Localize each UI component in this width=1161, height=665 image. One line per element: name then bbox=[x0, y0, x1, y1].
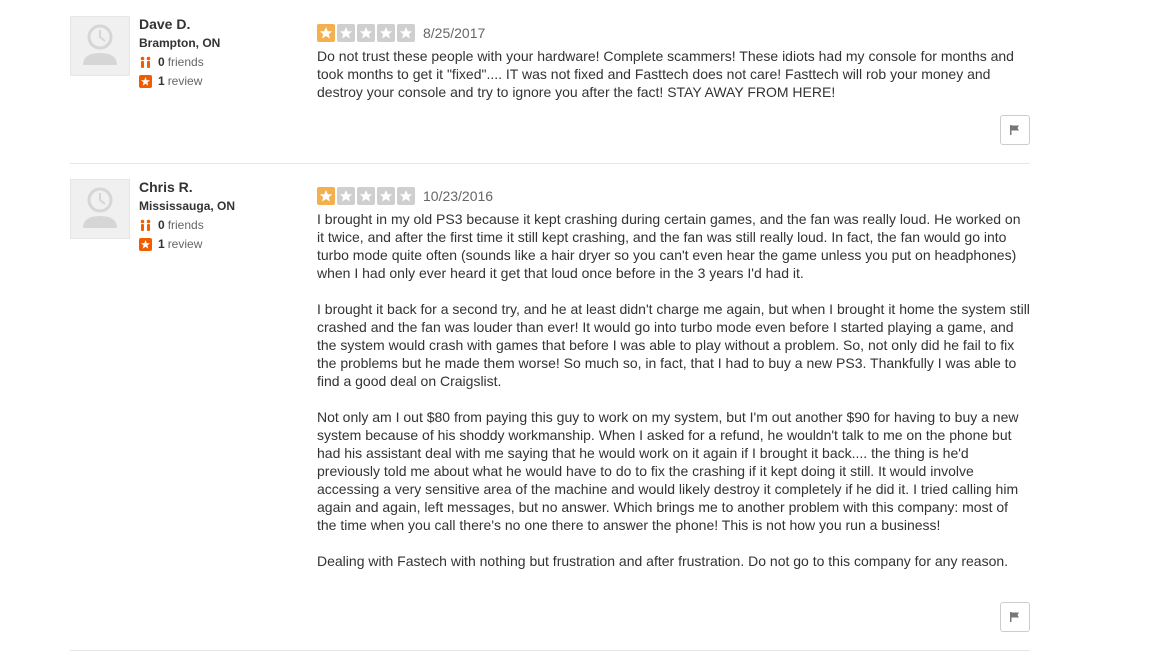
review-star-icon bbox=[139, 74, 152, 88]
review-number: 1 bbox=[158, 237, 165, 251]
review-label: review bbox=[167, 74, 203, 88]
review-content: 10/23/2016 I brought in my old PS3 becau… bbox=[317, 187, 1030, 570]
star-empty-icon bbox=[377, 187, 395, 205]
rating-line: 10/23/2016 bbox=[317, 187, 1030, 205]
rating-line: 8/25/2017 bbox=[317, 24, 1030, 42]
friends-label: friends bbox=[167, 55, 204, 69]
avatar[interactable] bbox=[70, 179, 130, 239]
star-empty-icon bbox=[337, 24, 355, 42]
review-item: Dave D. Brampton, ON 0 friends 1 review … bbox=[70, 16, 1030, 156]
default-avatar-icon bbox=[83, 24, 117, 65]
divider bbox=[70, 650, 1030, 651]
friends-number: 0 bbox=[158, 55, 165, 69]
review-label: review bbox=[167, 237, 203, 251]
review-content: 8/25/2017 Do not trust these people with… bbox=[317, 24, 1030, 101]
review-paragraph: I brought in my old PS3 because it kept … bbox=[317, 211, 1021, 281]
star-rating bbox=[317, 187, 417, 205]
user-location: Mississauga, ON bbox=[139, 199, 236, 213]
avatar[interactable] bbox=[70, 16, 130, 76]
review-count: 1 review bbox=[139, 237, 235, 251]
user-info: Dave D. Brampton, ON 0 friends 1 review bbox=[139, 16, 220, 88]
star-empty-icon bbox=[397, 187, 415, 205]
review-paragraph: Do not trust these people with your hard… bbox=[317, 48, 1014, 100]
flag-button[interactable] bbox=[1000, 602, 1030, 632]
review-star-icon bbox=[139, 237, 152, 251]
friends-label: friends bbox=[167, 218, 204, 232]
default-avatar-icon bbox=[83, 187, 117, 228]
friends-icon bbox=[139, 219, 152, 232]
star-empty-icon bbox=[397, 24, 415, 42]
review-text: I brought in my old PS3 because it kept … bbox=[317, 210, 1030, 570]
divider bbox=[70, 163, 1030, 164]
star-filled-icon bbox=[317, 24, 335, 42]
friends-icon bbox=[139, 56, 152, 69]
friends-count: 0 friends bbox=[139, 55, 220, 69]
star-empty-icon bbox=[357, 24, 375, 42]
review-date: 8/25/2017 bbox=[423, 25, 486, 41]
flag-icon bbox=[1010, 125, 1019, 135]
friends-count: 0 friends bbox=[139, 218, 235, 232]
review-paragraph: I brought it back for a second try, and … bbox=[317, 301, 1030, 389]
friends-number: 0 bbox=[158, 218, 165, 232]
star-empty-icon bbox=[377, 24, 395, 42]
star-empty-icon bbox=[337, 187, 355, 205]
star-rating bbox=[317, 24, 417, 42]
user-location: Brampton, ON bbox=[139, 36, 221, 50]
user-name[interactable]: Chris R. bbox=[139, 179, 235, 195]
user-info: Chris R. Mississauga, ON 0 friends 1 rev… bbox=[139, 179, 235, 251]
review-number: 1 bbox=[158, 74, 165, 88]
flag-button[interactable] bbox=[1000, 115, 1030, 145]
review-paragraph: Not only am I out $80 from paying this g… bbox=[317, 409, 1019, 533]
review-paragraph: Dealing with Fastech with nothing but fr… bbox=[317, 553, 1009, 569]
review-date: 10/23/2016 bbox=[423, 188, 494, 204]
star-empty-icon bbox=[357, 187, 375, 205]
flag-icon bbox=[1010, 612, 1019, 622]
review-item: Chris R. Mississauga, ON 0 friends 1 rev… bbox=[70, 179, 1030, 644]
star-filled-icon bbox=[317, 187, 335, 205]
review-count: 1 review bbox=[139, 74, 220, 88]
user-name[interactable]: Dave D. bbox=[139, 16, 220, 32]
review-text: Do not trust these people with your hard… bbox=[317, 47, 1030, 101]
